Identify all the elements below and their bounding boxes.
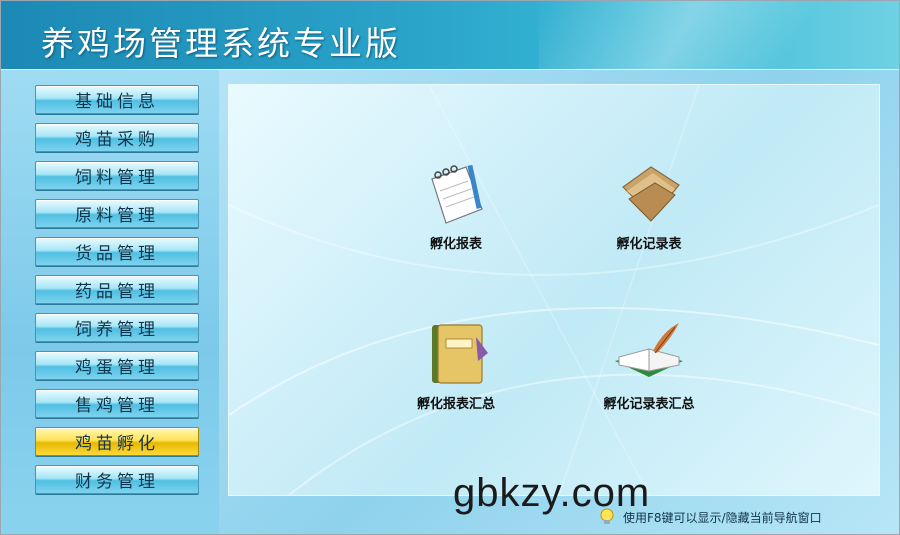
sidebar-item-goods-management[interactable]: 货品管理: [35, 237, 199, 266]
sidebar-item-finance-management[interactable]: 财务管理: [35, 465, 199, 494]
app-title: 养鸡场管理系统专业版: [41, 24, 401, 63]
sidebar-item-medicine-management[interactable]: 药品管理: [35, 275, 199, 304]
status-hint-text: 使用F8键可以显示/隐藏当前导航窗口: [623, 510, 822, 525]
feature-hatching-record-table[interactable]: 孵化记录表: [579, 157, 719, 252]
lightbulb-icon: [600, 508, 614, 524]
panel-background-swooshes: [229, 85, 879, 495]
sidebar-item-basic-info[interactable]: 基础信息: [35, 85, 199, 114]
open-book-quill-icon: [615, 323, 683, 377]
feature-hatching-report-summary[interactable]: 孵化报表汇总: [386, 317, 526, 412]
sidebar-item-material-management[interactable]: 原料管理: [35, 199, 199, 228]
feature-label: 孵化报表汇总: [416, 397, 495, 412]
sidebar-item-chicken-sales[interactable]: 售鸡管理: [35, 389, 199, 418]
sidebar-item-egg-management[interactable]: 鸡蛋管理: [35, 351, 199, 380]
app-window: 养鸡场管理系统专业版 基础信息 鸡苗采购 饲料管理 原料管理 货品管理 药品管理…: [0, 0, 900, 535]
feature-label: 孵化记录表: [616, 237, 682, 252]
folder-icon: [622, 166, 680, 222]
feature-label: 孵化报表: [429, 237, 482, 252]
header-banner: 养鸡场管理系统专业版: [1, 1, 899, 70]
notepad-icon: [431, 164, 483, 224]
sidebar-item-breeding-management[interactable]: 饲养管理: [35, 313, 199, 342]
notebook-icon: [432, 324, 488, 384]
feature-hatching-report[interactable]: 孵化报表: [386, 157, 526, 252]
status-hint: 使用F8键可以显示/隐藏当前导航窗口: [597, 507, 822, 527]
sidebar-item-feed-management[interactable]: 饲料管理: [35, 161, 199, 190]
content-panel: 孵化报表 孵化记录表 孵化报表汇总 孵化记录表汇总: [228, 84, 880, 496]
sidebar-item-chick-purchase[interactable]: 鸡苗采购: [35, 123, 199, 152]
feature-label: 孵化记录表汇总: [603, 397, 695, 412]
sidebar-item-chick-hatching[interactable]: 鸡苗孵化: [35, 427, 199, 456]
feature-hatching-record-summary[interactable]: 孵化记录表汇总: [579, 317, 719, 412]
